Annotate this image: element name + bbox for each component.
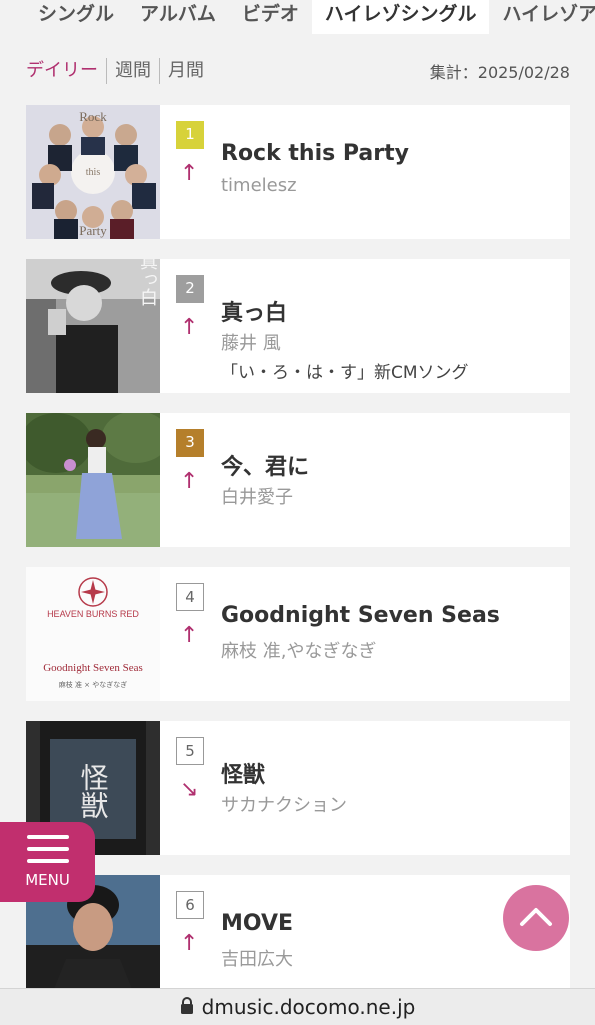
song-title[interactable]: 今、君に xyxy=(221,449,309,481)
cover-image xyxy=(26,413,160,547)
rank-badge: 3 xyxy=(176,429,204,457)
trend-up-icon: ↑ xyxy=(180,623,199,648)
browser-url-bar[interactable]: dmusic.docomo.ne.jp xyxy=(0,988,595,1025)
artist-name[interactable]: 麻枝 准,やなぎなぎ xyxy=(221,637,376,663)
song-title[interactable]: MOVE xyxy=(221,911,293,936)
artist-name[interactable]: 吉田広大 xyxy=(221,945,293,971)
cover-text: Rock xyxy=(79,109,107,124)
period-bar: デイリー 週間 月間 集計：2025/02/28 xyxy=(26,56,570,86)
hamburger-icon xyxy=(27,847,69,851)
trend-up-icon: ↑ xyxy=(180,161,199,186)
trend-up-icon: ↑ xyxy=(180,931,199,956)
song-title[interactable]: Goodnight Seven Seas xyxy=(221,603,500,628)
cover-text: HEAVEN BURNS RED xyxy=(47,609,139,619)
category-tabs: シングル アルバム ビデオ ハイレゾシングル ハイレゾア xyxy=(0,0,595,34)
tab-hires-album[interactable]: ハイレゾア xyxy=(489,0,595,34)
cover-image: Rock this Party xyxy=(26,105,160,239)
artist-name[interactable]: timelesz xyxy=(221,175,297,196)
period-weekly[interactable]: 週間 xyxy=(106,58,159,84)
artist-name[interactable]: 藤井 風 xyxy=(221,329,281,355)
ranking-item[interactable]: 3 ↑ 今、君に 白井愛子 xyxy=(26,413,570,547)
cover-text: 麻枝 准 × やなぎなぎ xyxy=(59,680,128,689)
trend-down-right-icon: ↘ xyxy=(180,777,199,802)
menu-button[interactable]: MENU xyxy=(0,822,95,902)
hamburger-icon xyxy=(27,859,69,863)
rank-badge: 6 xyxy=(176,891,204,919)
rank-badge: 1 xyxy=(176,121,204,149)
ranking-item[interactable]: 真っ白 2 ↑ 真っ白 藤井 風 「い・ろ・は・す」新CMソング xyxy=(26,259,570,393)
trend-up-icon: ↑ xyxy=(180,469,199,494)
cover-image: HEAVEN BURNS RED Goodnight Seven Seas 麻枝… xyxy=(26,567,160,701)
song-title[interactable]: 怪獣 xyxy=(221,757,265,789)
url-text: dmusic.docomo.ne.jp xyxy=(201,995,416,1019)
song-title[interactable]: 真っ白 xyxy=(221,295,287,327)
scroll-top-button[interactable] xyxy=(503,885,569,951)
rank-badge: 2 xyxy=(176,275,204,303)
ranking-item[interactable]: 怪獣 5 ↘ 怪獣 サカナクション xyxy=(26,721,570,855)
artist-name[interactable]: サカナクション xyxy=(221,791,347,817)
aggregation-date: 集計：2025/02/28 xyxy=(429,63,570,82)
tab-video[interactable]: ビデオ xyxy=(229,0,312,34)
trend-up-icon: ↑ xyxy=(180,315,199,340)
cover-text: 怪獣 xyxy=(77,763,110,819)
lock-icon xyxy=(180,995,194,1019)
song-title[interactable]: Rock this Party xyxy=(221,141,409,166)
tab-hires-single[interactable]: ハイレゾシングル xyxy=(311,0,490,34)
ranking-item[interactable]: Rock this Party 1 ↑ Rock this Party time… xyxy=(26,105,570,239)
cover-text: this xyxy=(86,167,101,178)
song-note: 「い・ろ・は・す」新CMソング xyxy=(221,363,469,383)
period-monthly[interactable]: 月間 xyxy=(159,58,212,84)
menu-label: MENU xyxy=(25,871,70,889)
tab-album[interactable]: アルバム xyxy=(127,0,229,34)
period-daily[interactable]: デイリー xyxy=(26,58,106,84)
ranking-item[interactable]: HEAVEN BURNS RED Goodnight Seven Seas 麻枝… xyxy=(26,567,570,701)
cover-text: Party xyxy=(79,223,107,238)
artist-name[interactable]: 白井愛子 xyxy=(221,483,293,509)
rank-badge: 4 xyxy=(176,583,204,611)
rank-badge: 5 xyxy=(176,737,204,765)
chevron-up-icon xyxy=(520,908,552,926)
hamburger-icon xyxy=(27,835,69,839)
cover-image: 真っ白 xyxy=(26,259,160,393)
cover-text: Goodnight Seven Seas xyxy=(43,662,143,674)
cover-text: 真っ白 xyxy=(138,259,158,306)
tab-single[interactable]: シングル xyxy=(0,0,127,34)
